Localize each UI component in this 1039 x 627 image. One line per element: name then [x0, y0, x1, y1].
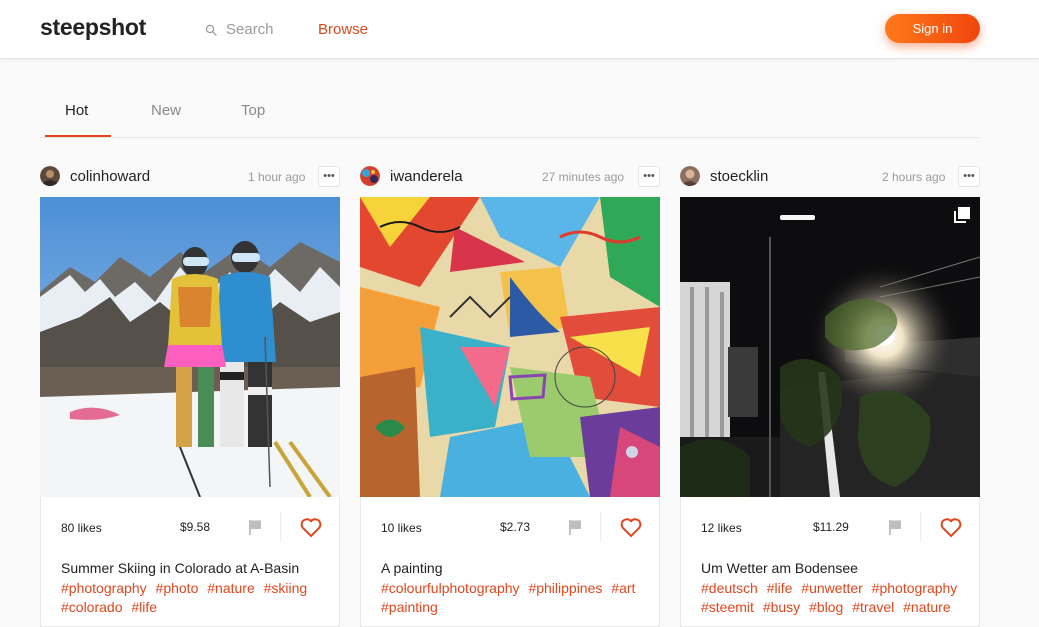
hashtag-link[interactable]: #life [131, 599, 157, 615]
hashtag-link[interactable]: #deutsch [701, 580, 758, 596]
post-author[interactable]: stoecklin [680, 166, 768, 186]
post-card: stoecklin 2 hours ago ••• 12 likes $11.2… [680, 160, 980, 627]
hashtag-link[interactable]: #photography [61, 580, 147, 596]
hashtag-link[interactable]: #life [767, 580, 793, 596]
avatar[interactable] [680, 166, 700, 186]
flag-icon[interactable] [566, 518, 584, 536]
payout-amount: $2.73 [500, 520, 531, 534]
author-name[interactable]: colinhoward [70, 168, 150, 185]
tab-hot[interactable]: Hot [65, 102, 88, 119]
post-photo[interactable] [680, 197, 980, 497]
more-dots-icon: ••• [963, 170, 975, 182]
post-time: 27 minutes ago [542, 170, 625, 184]
hashtag-link[interactable]: #nature [903, 599, 950, 615]
post-author[interactable]: iwanderela [360, 166, 463, 186]
hashtag-link[interactable]: #travel [852, 599, 894, 615]
browse-link[interactable]: Browse [318, 21, 368, 38]
more-dots-icon: ••• [643, 170, 655, 182]
active-tab-indicator [45, 135, 111, 137]
search-placeholder[interactable]: Search [226, 21, 274, 38]
post-menu-button[interactable]: ••• [318, 166, 340, 187]
feed-tabs: Hot New Top [40, 97, 980, 138]
tab-new[interactable]: New [151, 102, 181, 119]
more-dots-icon: ••• [323, 170, 335, 182]
payout-amount: $11.29 [813, 520, 849, 534]
avatar[interactable] [40, 166, 60, 186]
hashtag-link[interactable]: #colorado [61, 599, 123, 615]
hashtag-link[interactable]: #philippines [528, 580, 602, 596]
search-box[interactable]: Search [205, 21, 274, 38]
post-card: colinhoward 1 hour ago ••• 80 likes $9.5… [40, 160, 340, 627]
hashtag-link[interactable]: #photography [872, 580, 958, 596]
post-author[interactable]: colinhoward [40, 166, 150, 186]
post-tags: #deutsch #life #unwetter #photography #s… [701, 579, 971, 617]
post-time: 2 hours ago [882, 170, 946, 184]
avatar[interactable] [360, 166, 380, 186]
post-stats: 10 likes $2.73 [361, 497, 659, 557]
hashtag-link[interactable]: #steemit [701, 599, 754, 615]
post-tags: #photography #photo #nature #skiing #col… [61, 579, 331, 617]
post-stats: 12 likes $11.29 [681, 497, 979, 557]
heart-icon[interactable] [299, 515, 323, 539]
sign-in-button[interactable]: Sign in [885, 14, 980, 43]
heart-icon[interactable] [939, 515, 963, 539]
hashtag-link[interactable]: #blog [809, 599, 843, 615]
post-title[interactable]: Summer Skiing in Colorado at A-Basin [61, 560, 299, 576]
likes-count[interactable]: 12 likes [701, 521, 742, 535]
divider [280, 512, 281, 542]
likes-count[interactable]: 10 likes [381, 521, 422, 535]
post-tags: #colourfulphotography #philippines #art … [381, 579, 651, 617]
post-photo-container[interactable] [680, 197, 980, 497]
hashtag-link[interactable]: #colourfulphotography [381, 580, 520, 596]
post-title[interactable]: Um Wetter am Bodensee [701, 560, 858, 576]
logo[interactable]: steepshot [40, 14, 146, 41]
gallery-icon [954, 207, 970, 223]
divider [600, 512, 601, 542]
divider [920, 512, 921, 542]
hashtag-link[interactable]: #nature [207, 580, 254, 596]
post-photo[interactable] [360, 197, 660, 497]
post-body: 10 likes $2.73 A painting #colourfulphot… [360, 497, 660, 627]
post-menu-button[interactable]: ••• [638, 166, 660, 187]
heart-icon[interactable] [619, 515, 643, 539]
post-body: 80 likes $9.58 Summer Skiing in Colorado… [40, 497, 340, 627]
author-name[interactable]: stoecklin [710, 168, 768, 185]
post-stats: 80 likes $9.58 [41, 497, 339, 557]
search-icon [205, 24, 217, 36]
hashtag-link[interactable]: #photo [156, 580, 199, 596]
post-photo[interactable] [40, 197, 340, 497]
top-header: steepshot Search Browse Sign in [0, 0, 1039, 59]
likes-count[interactable]: 80 likes [61, 521, 102, 535]
post-time: 1 hour ago [248, 170, 306, 184]
hashtag-link[interactable]: #unwetter [801, 580, 862, 596]
flag-icon[interactable] [886, 518, 904, 536]
tab-top[interactable]: Top [241, 102, 265, 119]
post-body: 12 likes $11.29 Um Wetter am Bodensee #d… [680, 497, 980, 627]
hashtag-link[interactable]: #busy [763, 599, 800, 615]
hashtag-link[interactable]: #painting [381, 599, 438, 615]
author-name[interactable]: iwanderela [390, 168, 463, 185]
hashtag-link[interactable]: #skiing [264, 580, 308, 596]
post-title[interactable]: A painting [381, 560, 443, 576]
flag-icon[interactable] [246, 518, 264, 536]
hashtag-link[interactable]: #art [611, 580, 635, 596]
payout-amount: $9.58 [180, 520, 211, 534]
post-menu-button[interactable]: ••• [958, 166, 980, 187]
post-card: iwanderela 27 minutes ago ••• 10 likes $… [360, 160, 660, 627]
